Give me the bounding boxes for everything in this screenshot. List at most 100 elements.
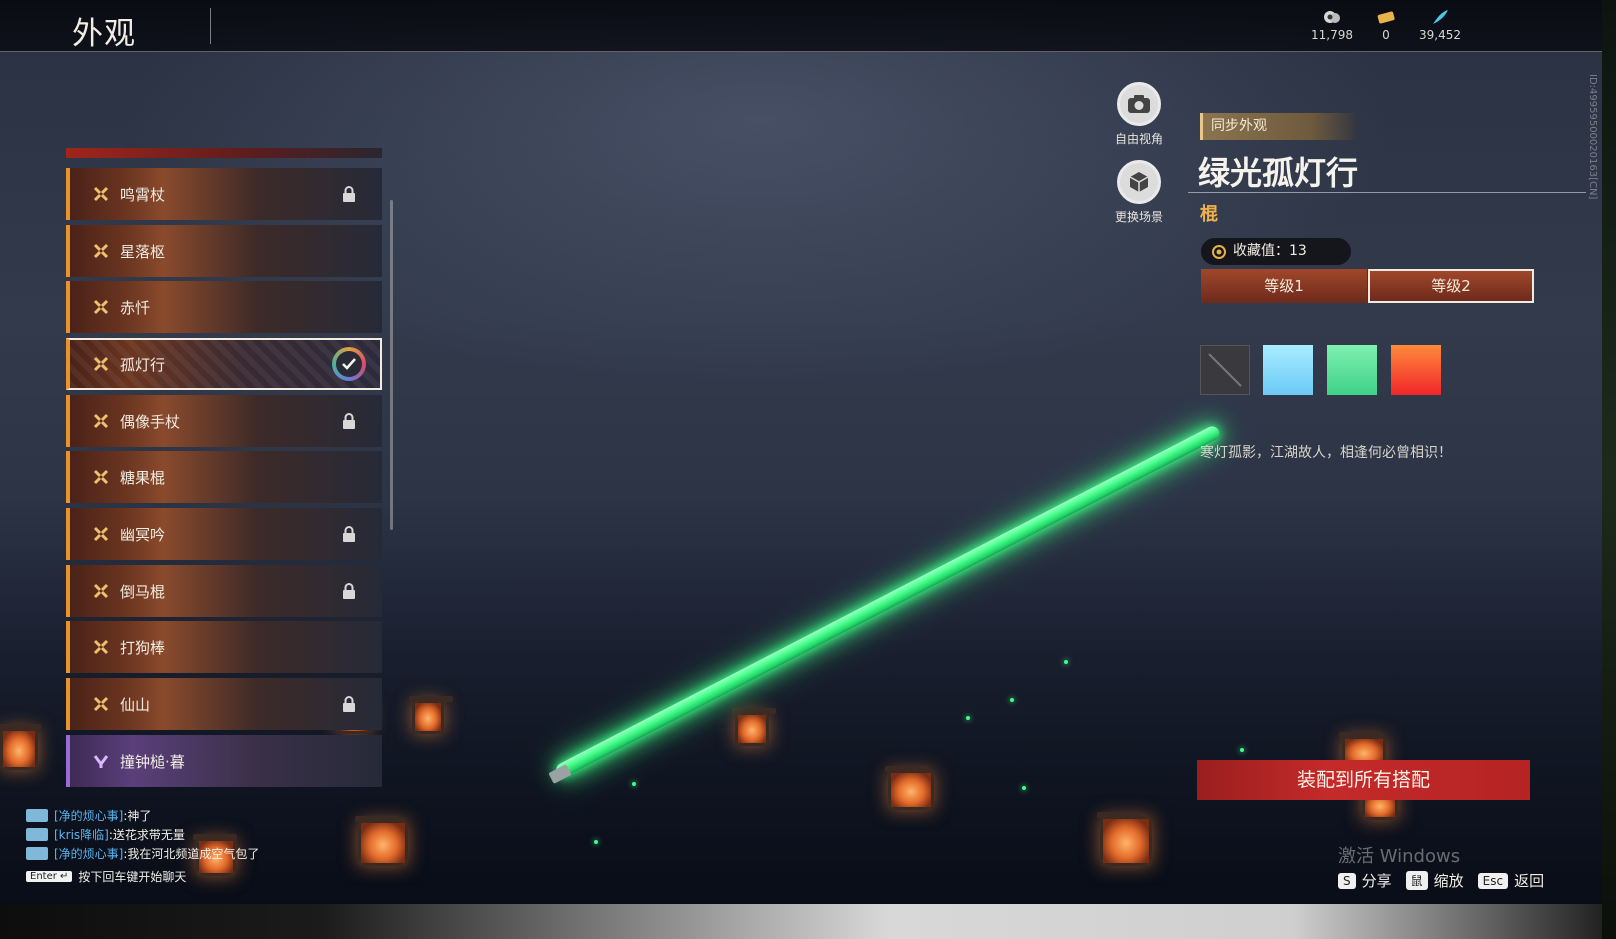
item-name: 绿光孤灯行 bbox=[1198, 154, 1359, 192]
free-view-label: 自由视角 bbox=[1114, 132, 1163, 146]
lock-icon bbox=[343, 413, 355, 429]
list-item[interactable]: 赤忏 bbox=[66, 281, 382, 333]
chat-prompt-text: 按下回车键开始聊天 bbox=[78, 870, 187, 884]
feather-icon bbox=[1433, 10, 1448, 24]
spark bbox=[1022, 786, 1026, 790]
blade-icon bbox=[93, 639, 109, 655]
equip-all-button[interactable]: 装配到所有搭配 bbox=[1197, 760, 1530, 800]
change-scene-label: 更换场景 bbox=[1114, 210, 1163, 224]
chat-badge-icon bbox=[26, 847, 48, 860]
list-item-label: 糖果棍 bbox=[120, 468, 166, 487]
list-item[interactable]: 糖果棍 bbox=[66, 451, 382, 503]
player-id: ID:49959500020163[CN] bbox=[1587, 74, 1598, 200]
weapon-list[interactable]: 鸣霄杖 星落枢 赤忏 孤灯行 偶像手杖 糖果棍 幽冥吟 倒马棍 打狗棒 仙山 撞… bbox=[66, 148, 384, 798]
level-tab-2[interactable]: 等级2 bbox=[1368, 269, 1534, 303]
lantern bbox=[732, 708, 776, 746]
spark bbox=[966, 716, 970, 720]
list-item-selected[interactable]: 孤灯行 bbox=[66, 338, 382, 390]
title-divider bbox=[210, 8, 211, 44]
chat-sender[interactable]: [净的烦心事] bbox=[54, 807, 123, 824]
color-swatch-blue[interactable] bbox=[1263, 345, 1313, 395]
currency-feather-value: 39,452 bbox=[1419, 28, 1461, 42]
equipped-check-icon bbox=[332, 347, 366, 381]
back-hint[interactable]: 返回 bbox=[1514, 870, 1544, 891]
share-key-icon: S bbox=[1338, 872, 1356, 889]
list-item-label: 打狗棒 bbox=[120, 638, 166, 657]
chat-prompt[interactable]: Enter ↵ 按下回车键开始聊天 bbox=[26, 867, 259, 886]
chat-badge-icon bbox=[26, 828, 48, 841]
chat-sender[interactable]: [kris降临] bbox=[54, 826, 109, 843]
level-tab-1[interactable]: 等级1 bbox=[1201, 269, 1367, 303]
list-item[interactable]: 打狗棒 bbox=[66, 621, 382, 673]
currency-coin: 11,798 bbox=[1302, 8, 1362, 42]
list-scrollbar[interactable] bbox=[390, 200, 393, 530]
bottom-strip bbox=[0, 904, 1616, 939]
free-view-button[interactable]: 自由视角 bbox=[1099, 82, 1179, 147]
coin-icon bbox=[1324, 11, 1340, 23]
list-item-label: 撞钟槌·暮 bbox=[120, 752, 185, 771]
color-swatch-none[interactable] bbox=[1200, 345, 1250, 395]
share-hint[interactable]: 分享 bbox=[1362, 870, 1392, 891]
blade-icon bbox=[93, 186, 109, 202]
blade-icon bbox=[93, 413, 109, 429]
key-hints: S 分享 鼠 缩放 Esc 返回 bbox=[1338, 870, 1544, 891]
enter-key-icon: Enter ↵ bbox=[26, 871, 73, 882]
list-item-label: 孤灯行 bbox=[120, 355, 166, 374]
collection-value: 收藏值：13 bbox=[1201, 238, 1351, 265]
list-item[interactable]: 撞钟槌·暮 bbox=[66, 735, 382, 787]
hammer-icon bbox=[93, 755, 109, 768]
chat-message: :我在河北频道成空气包了 bbox=[123, 847, 260, 861]
lantern bbox=[355, 816, 408, 866]
list-item-label: 倒马棍 bbox=[120, 582, 166, 601]
chat-message: :送花求带无量 bbox=[108, 828, 185, 842]
list-item[interactable]: 倒马棍 bbox=[66, 565, 382, 617]
cube-icon bbox=[1129, 172, 1149, 192]
lock-icon bbox=[343, 186, 355, 202]
chat-sender[interactable]: [净的烦心事] bbox=[54, 845, 123, 862]
currency-ticket-value: 0 bbox=[1382, 28, 1390, 42]
camera-icon bbox=[1128, 95, 1150, 113]
chat-line: [净的烦心事] :神了 bbox=[26, 806, 259, 825]
currency-feather: 39,452 bbox=[1410, 8, 1470, 42]
list-item[interactable]: 偶像手杖 bbox=[66, 395, 382, 447]
color-swatch-green[interactable] bbox=[1327, 345, 1377, 395]
lock-icon bbox=[343, 696, 355, 712]
list-item[interactable]: 鸣霄杖 bbox=[66, 168, 382, 220]
spark bbox=[632, 782, 636, 786]
lock-icon bbox=[343, 526, 355, 542]
chat-message: :神了 bbox=[123, 809, 152, 823]
page-title: 外观 bbox=[72, 16, 136, 52]
blade-icon bbox=[93, 243, 109, 259]
list-item-label: 星落枢 bbox=[120, 242, 166, 261]
windows-activation-watermark: 激活 Windows bbox=[1338, 846, 1461, 867]
name-divider bbox=[1188, 192, 1586, 193]
blade-icon bbox=[93, 469, 109, 485]
chat-line: [kris降临] :送花求带无量 bbox=[26, 825, 259, 844]
lantern bbox=[409, 696, 453, 734]
zoom-hint[interactable]: 缩放 bbox=[1434, 870, 1464, 891]
list-item[interactable]: 星落枢 bbox=[66, 225, 382, 277]
mouse-key-icon: 鼠 bbox=[1405, 871, 1428, 890]
lantern bbox=[885, 766, 934, 810]
list-item-label: 幽冥吟 bbox=[120, 525, 166, 544]
collection-label: 收藏值：13 bbox=[1233, 243, 1307, 259]
lantern bbox=[0, 724, 41, 770]
color-swatch-red[interactable] bbox=[1391, 345, 1441, 395]
list-item[interactable]: 幽冥吟 bbox=[66, 508, 382, 560]
lock-icon bbox=[343, 583, 355, 599]
blade-icon bbox=[93, 299, 109, 315]
right-strip bbox=[1602, 0, 1616, 939]
list-item[interactable]: 仙山 bbox=[66, 678, 382, 730]
currency-ticket: 0 bbox=[1356, 8, 1416, 42]
change-scene-button[interactable]: 更换场景 bbox=[1099, 160, 1179, 225]
list-item-label: 鸣霄杖 bbox=[120, 185, 166, 204]
list-item-label: 偶像手杖 bbox=[120, 412, 181, 431]
currency-coin-value: 11,798 bbox=[1311, 28, 1353, 42]
list-item-label: 赤忏 bbox=[120, 298, 151, 317]
spark bbox=[1240, 748, 1244, 752]
blade-icon bbox=[93, 356, 109, 372]
esc-key-icon: Esc bbox=[1477, 872, 1509, 889]
item-description: 寒灯孤影，江湖故人，相逢何必曾相识！ bbox=[1200, 445, 1452, 461]
chat-panel: [净的烦心事] :神了 [kris降临] :送花求带无量 [净的烦心事] :我在… bbox=[26, 806, 259, 886]
sync-appearance-tag[interactable]: 同步外观 bbox=[1200, 113, 1358, 140]
